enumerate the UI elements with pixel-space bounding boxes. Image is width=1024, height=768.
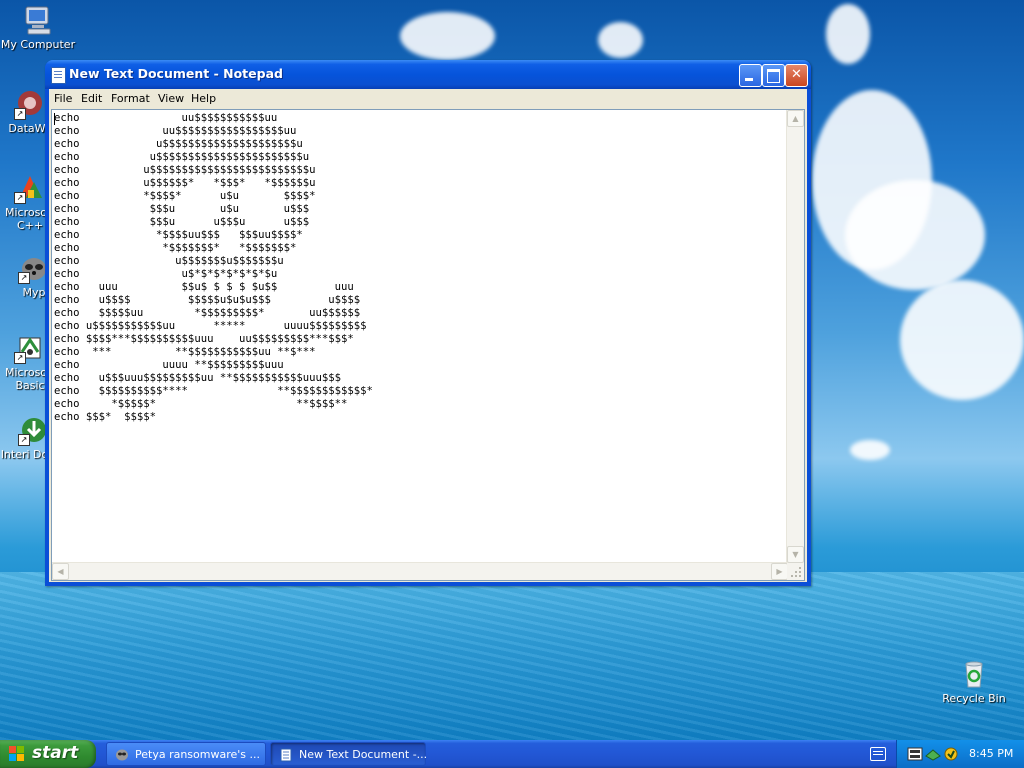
close-icon: ✕ [791, 67, 802, 82]
shortcut-arrow-icon: ↗ [14, 108, 26, 120]
window-body: File Edit Format View Help echo uu$$$$$$… [49, 89, 807, 582]
maximize-button[interactable] [762, 64, 785, 87]
notepad-icon [279, 748, 293, 762]
visual-studio-icon: ↗ [14, 172, 46, 204]
resize-grip[interactable] [787, 563, 804, 580]
menu-edit[interactable]: Edit [81, 92, 102, 105]
notepad-window[interactable]: New Text Document - Notepad ✕ File Edit … [45, 60, 811, 586]
taskbar-item-label: Petya ransomware's ... [135, 748, 261, 761]
recycle-bin-icon [958, 658, 990, 690]
desktop-icon-recycle-bin[interactable]: Recycle Bin [936, 658, 1012, 705]
text-caret [54, 113, 55, 125]
shortcut-arrow-icon: ↗ [18, 434, 30, 446]
window-titlebar[interactable]: New Text Document - Notepad ✕ [45, 60, 811, 89]
scroll-right-button[interactable]: ▶ [771, 563, 788, 580]
cloud [900, 280, 1024, 400]
keyboard-icon[interactable] [870, 747, 886, 761]
close-button[interactable]: ✕ [785, 64, 808, 87]
computer-icon [22, 4, 54, 36]
cloud [845, 180, 985, 290]
vertical-scrollbar[interactable]: ▲ ▼ [786, 110, 804, 563]
cloud [400, 12, 495, 60]
menu-file[interactable]: File [54, 92, 72, 105]
sea [0, 572, 1024, 740]
windows-logo-icon [9, 746, 25, 762]
scroll-left-button[interactable]: ◀ [52, 563, 69, 580]
maximize-icon [767, 69, 780, 83]
document-text[interactable]: echo uu$$$$$$$$$$$uu echo uu$$$$$$$$$$$$… [54, 112, 787, 564]
desktop-icon-label: My Computer [0, 38, 76, 51]
notepad-icon [51, 67, 66, 84]
window-title: New Text Document - Notepad [69, 66, 283, 81]
minimize-button[interactable] [739, 64, 762, 87]
taskbar-item-notepad[interactable]: New Text Document -... [270, 742, 428, 766]
network-icon[interactable] [925, 746, 941, 762]
desktop-icon-label: Recycle Bin [942, 692, 1006, 705]
horizontal-scrollbar[interactable]: ◀ ▶ [52, 562, 788, 580]
shortcut-arrow-icon: ↗ [14, 192, 26, 204]
menu-bar: File Edit Format View Help [49, 89, 807, 109]
scroll-down-button[interactable]: ▼ [787, 546, 804, 563]
scroll-up-button[interactable]: ▲ [787, 110, 804, 127]
raccoon-icon [115, 748, 129, 762]
menu-format[interactable]: Format [111, 92, 150, 105]
menu-help[interactable]: Help [191, 92, 216, 105]
update-icon[interactable] [943, 746, 959, 762]
taskbar-item-petya[interactable]: Petya ransomware's ... [106, 742, 266, 766]
cloud [598, 22, 643, 58]
clock[interactable]: 8:45 PM [969, 747, 1013, 760]
menu-view[interactable]: View [158, 92, 184, 105]
cloud [850, 440, 890, 460]
taskbar-item-label: New Text Document -... [299, 748, 428, 761]
system-tray: 8:45 PM [896, 740, 1024, 768]
start-button[interactable]: start [0, 740, 96, 768]
input-method-icon[interactable] [907, 746, 923, 762]
cloud [826, 4, 870, 64]
minimize-icon [745, 78, 753, 81]
text-editor[interactable]: echo uu$$$$$$$$$$$uu echo uu$$$$$$$$$$$$… [51, 109, 805, 581]
shortcut-arrow-icon: ↗ [14, 352, 26, 364]
desktop-icon-my-computer[interactable]: My Computer [0, 4, 76, 51]
program-icon: ↗ [14, 88, 46, 120]
visual-basic-icon: ↗ [14, 332, 46, 364]
start-label: start [32, 743, 79, 763]
shortcut-arrow-icon: ↗ [18, 272, 30, 284]
